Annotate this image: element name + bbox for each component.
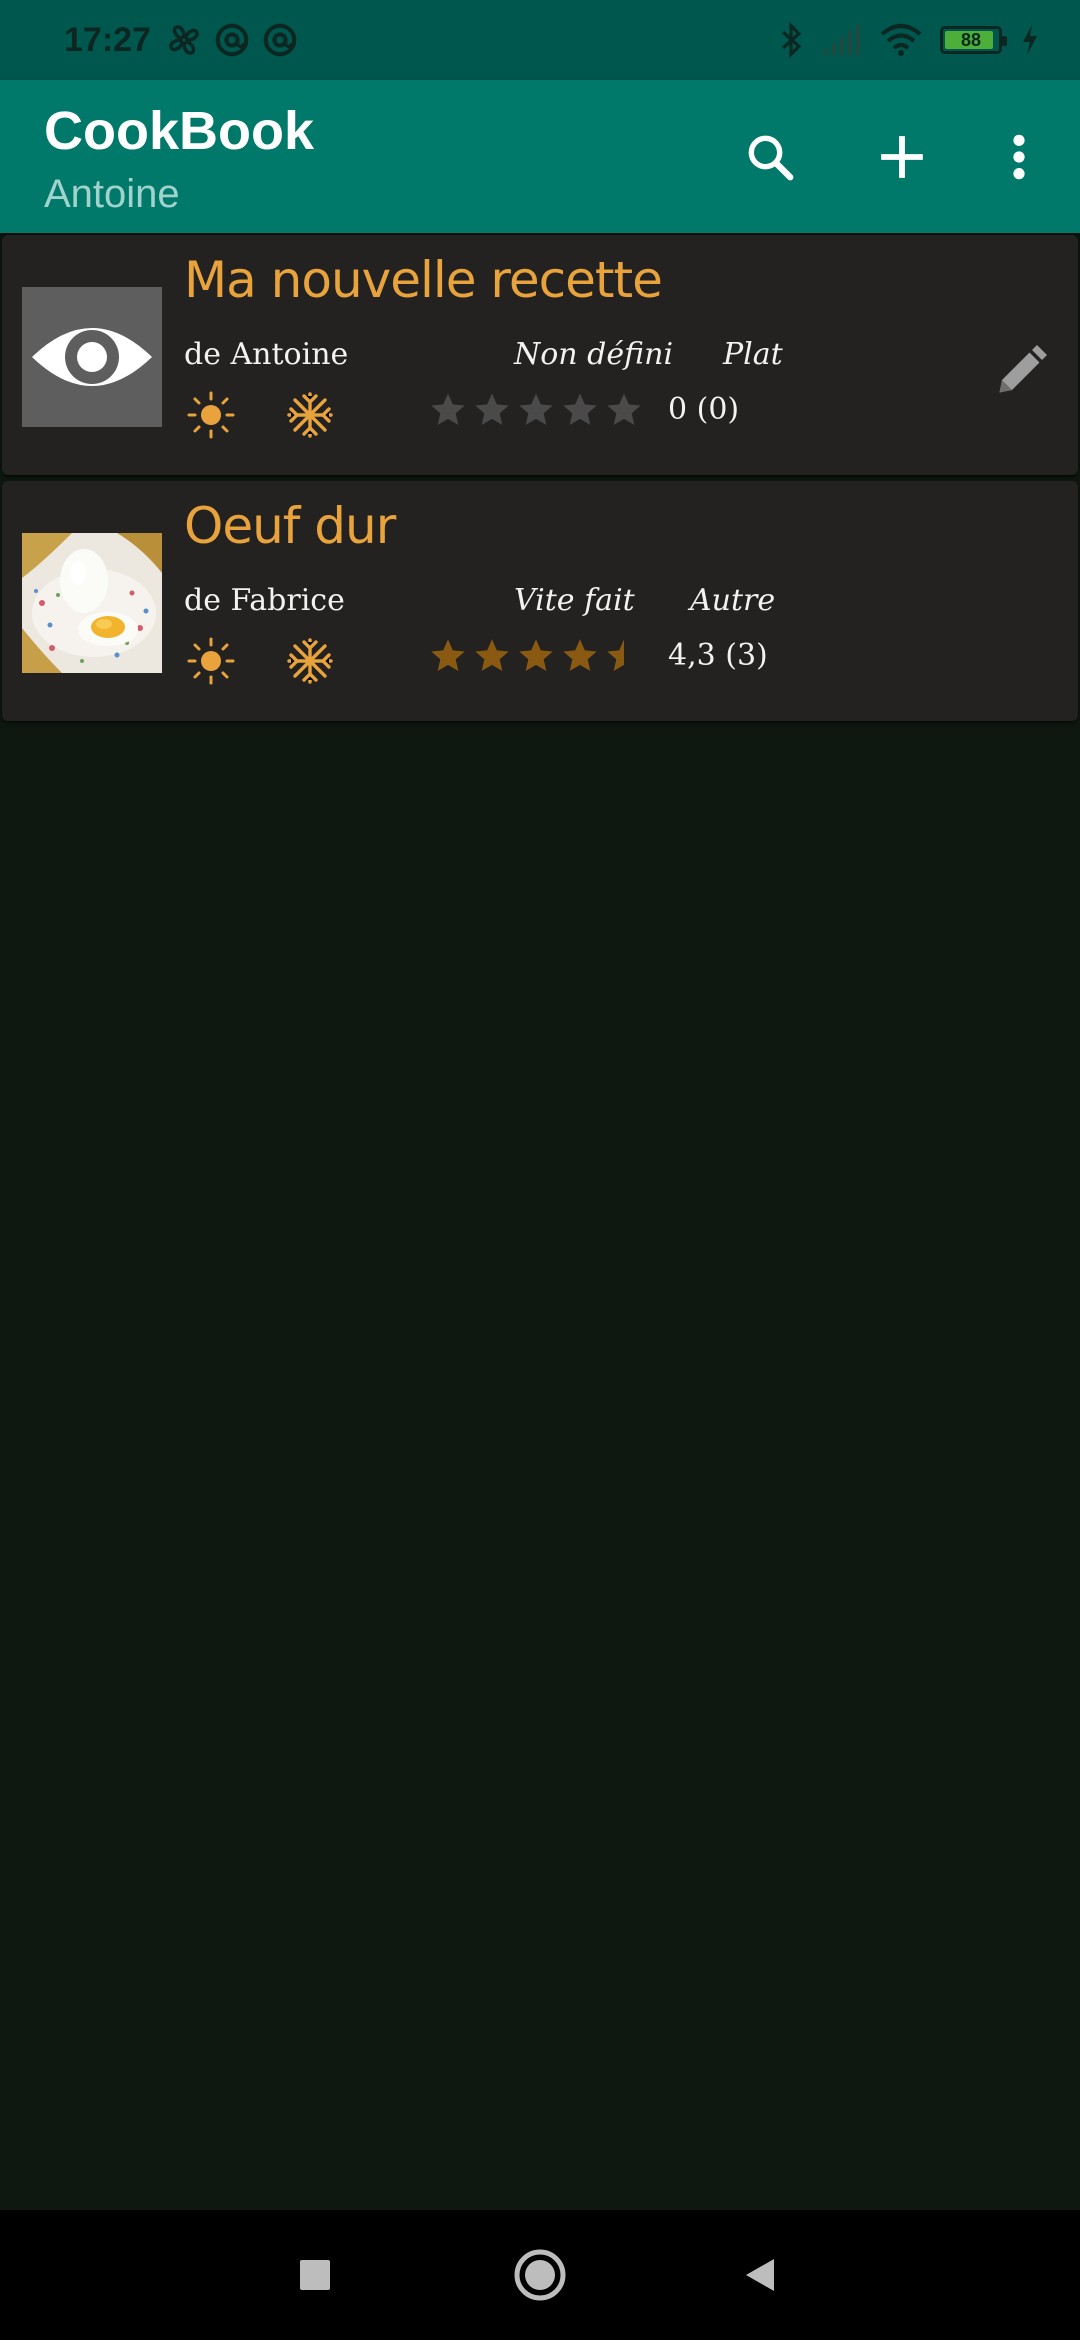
- recipe-thumbnail: [22, 287, 162, 427]
- charging-icon: [1023, 25, 1037, 55]
- recipe-category: Plat: [723, 337, 783, 372]
- star-empty-icon: [607, 393, 641, 425]
- recipe-author: de Antoine: [184, 337, 349, 372]
- status-time: 17:27: [64, 20, 151, 59]
- status-bar: 17:27 88: [0, 0, 1080, 80]
- recipe-thumbnail: [22, 533, 162, 673]
- sun-icon: [187, 391, 235, 439]
- star-filled-icon: [475, 639, 509, 671]
- eye-icon: [32, 328, 152, 386]
- rating-text: 4,3 (3): [668, 638, 768, 673]
- sun-icon: [187, 637, 235, 685]
- rating-text: 0 (0): [668, 392, 740, 427]
- star-filled-icon: [431, 639, 465, 671]
- app-bar: CookBook Antoine: [0, 80, 1080, 233]
- recipe-card[interactable]: Oeuf dur de Fabrice Vite fait Autre 4,3 …: [2, 481, 1078, 721]
- recents-button[interactable]: [285, 2245, 345, 2305]
- rating-stars: [428, 390, 644, 430]
- battery-indicator: 88: [940, 26, 1007, 54]
- recipe-duration: Vite fait: [514, 583, 635, 618]
- star-filled-icon: [563, 639, 597, 671]
- star-empty-icon: [431, 393, 465, 425]
- app-title: CookBook: [44, 101, 314, 161]
- rating-stars: [428, 636, 644, 676]
- overflow-menu-button[interactable]: [984, 122, 1054, 192]
- recipe-duration: Non défini: [514, 337, 674, 372]
- status-system-icons: 88: [778, 21, 1040, 59]
- more-vertical-icon: [1013, 134, 1025, 180]
- square-icon: [300, 2260, 330, 2290]
- recipe-title: Ma nouvelle recette: [184, 251, 663, 309]
- search-icon: [748, 135, 794, 181]
- at-sign-icon: [215, 23, 249, 57]
- signal-icon: [824, 25, 860, 55]
- search-button[interactable]: [735, 122, 805, 192]
- star-half-icon: [607, 639, 624, 671]
- snowflake-icon: [287, 392, 333, 438]
- recipe-author: de Fabrice: [184, 583, 345, 618]
- bluetooth-icon: [782, 21, 802, 59]
- recipe-title: Oeuf dur: [184, 497, 396, 555]
- star-filled-icon: [519, 639, 553, 671]
- battery-level: 88: [960, 29, 982, 50]
- boiled-egg-photo: [22, 533, 162, 673]
- triangle-back-icon: [746, 2259, 774, 2291]
- wifi-icon: [880, 24, 922, 56]
- snowflake-icon: [287, 638, 333, 684]
- star-empty-icon: [563, 393, 597, 425]
- recipe-category: Autre: [690, 583, 776, 618]
- star-empty-icon: [519, 393, 553, 425]
- circle-icon: [514, 2249, 566, 2301]
- fan-icon: [169, 25, 199, 55]
- app-subtitle: Antoine: [44, 172, 180, 216]
- back-button[interactable]: [730, 2245, 790, 2305]
- edit-recipe-button[interactable]: [992, 340, 1052, 400]
- home-button[interactable]: [510, 2245, 570, 2305]
- plus-icon: [881, 136, 923, 178]
- add-recipe-button[interactable]: [867, 122, 937, 192]
- pencil-icon: [999, 345, 1047, 393]
- navigation-bar: [0, 2210, 1080, 2340]
- star-empty-icon: [475, 393, 509, 425]
- at-sign-icon: [263, 23, 297, 57]
- recipe-card[interactable]: Ma nouvelle recette de Antoine Non défin…: [2, 235, 1078, 475]
- status-notification-icons: [165, 21, 299, 59]
